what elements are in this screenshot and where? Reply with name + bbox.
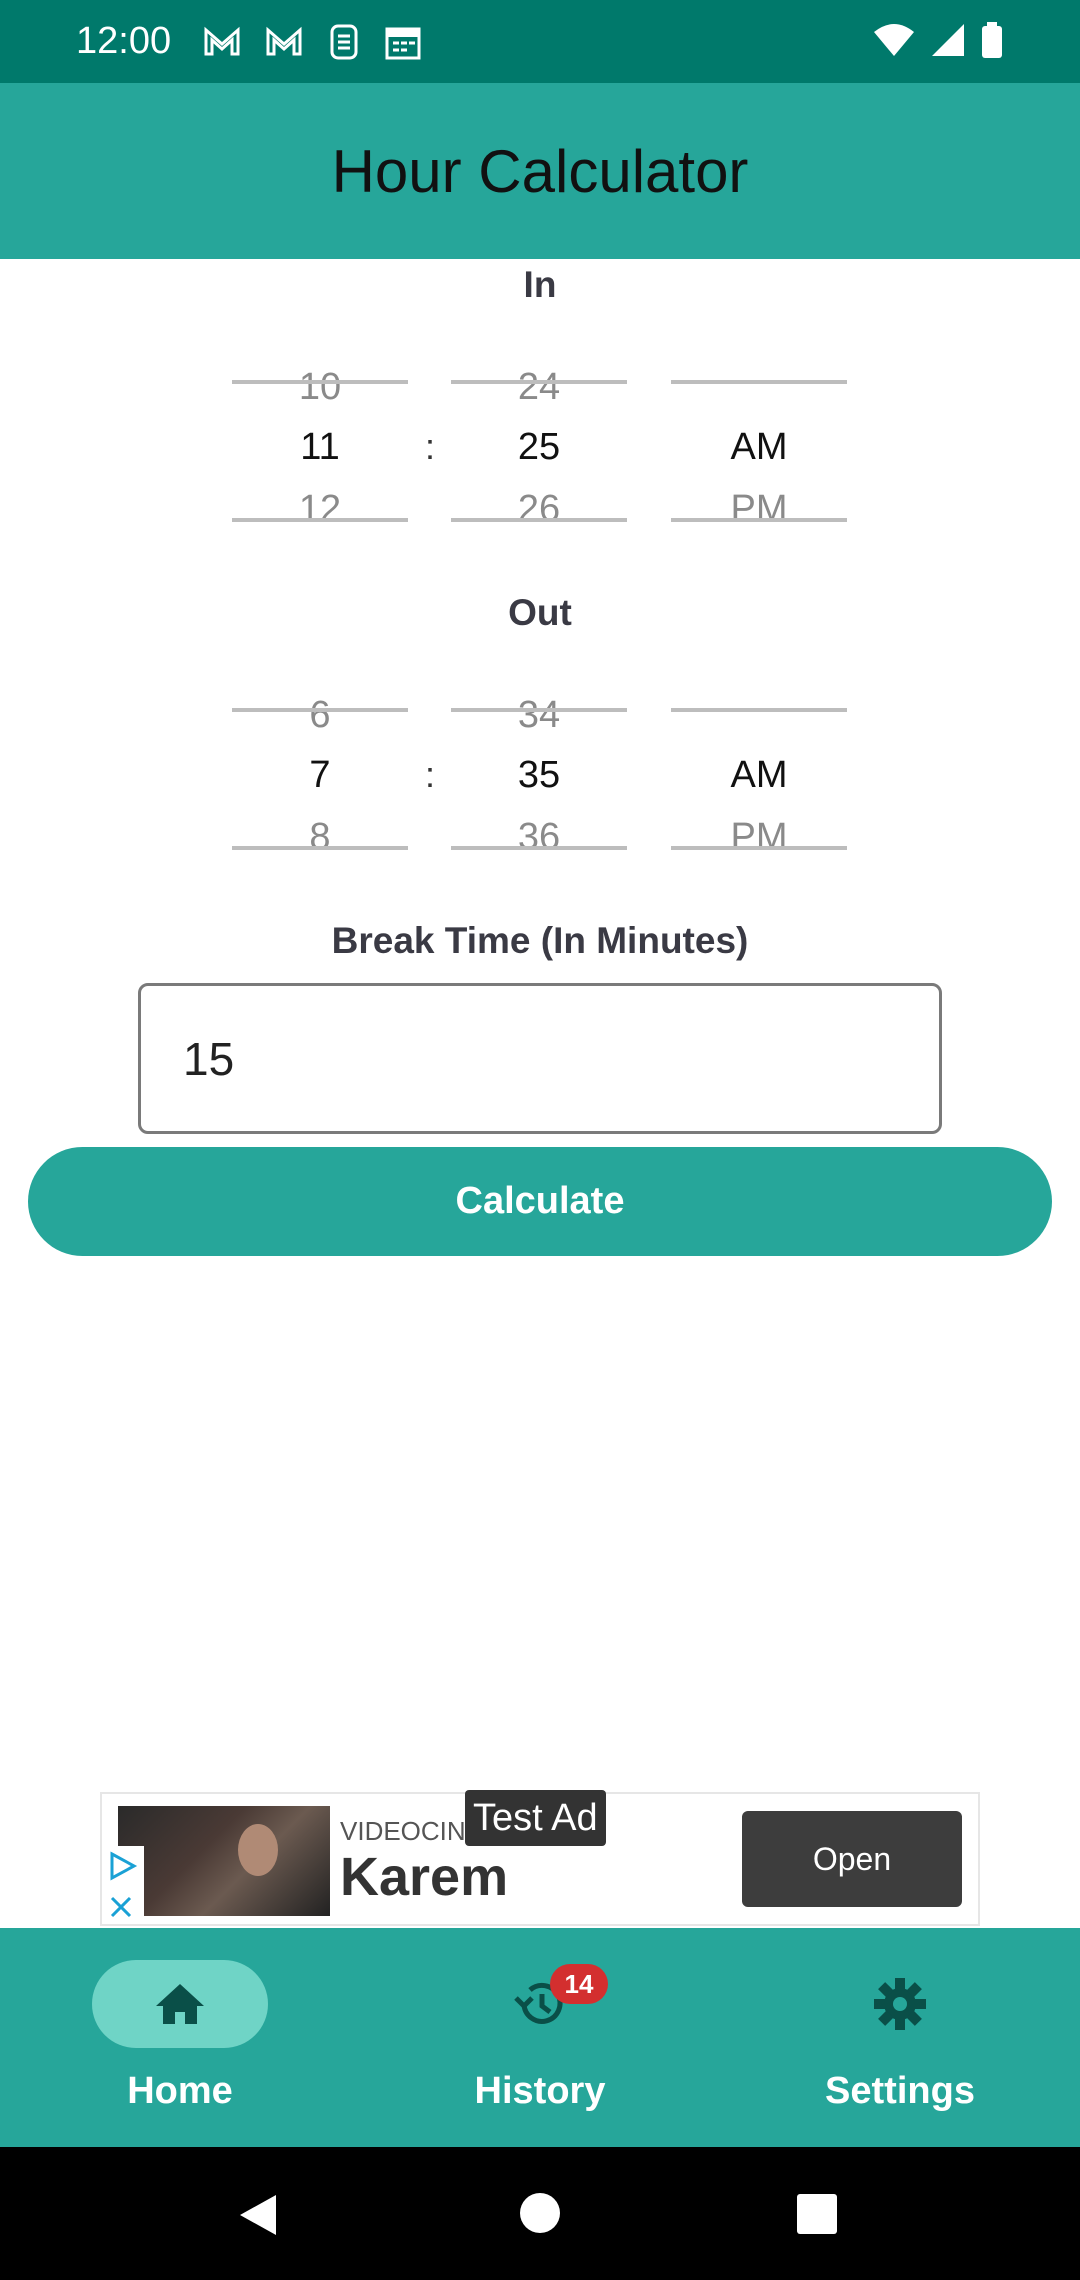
back-icon[interactable]: [236, 2191, 284, 2244]
picker-divider: [232, 380, 408, 384]
out-hour-wheel[interactable]: 6 7 8: [232, 672, 408, 858]
in-ampm-wheel[interactable]: AM PM: [671, 344, 847, 530]
gmail-icon: [264, 22, 304, 62]
calendar-icon: [384, 22, 422, 62]
time-separator: :: [424, 426, 435, 467]
in-label: In: [523, 264, 557, 305]
picker-divider: [232, 518, 408, 522]
picker-divider: [232, 708, 408, 712]
app-bar: Hour Calculator: [0, 83, 1080, 259]
out-ampm-current[interactable]: AM: [671, 754, 847, 797]
close-icon: [110, 1896, 132, 1918]
calculate-button[interactable]: Calculate: [28, 1147, 1052, 1256]
picker-divider: [671, 518, 847, 522]
picker-divider: [671, 846, 847, 850]
time-separator: :: [424, 754, 435, 795]
adchoices-icon: [110, 1851, 138, 1881]
history-badge: 14: [550, 1964, 608, 2004]
break-time-input[interactable]: 15: [138, 983, 942, 1134]
out-hour-prev[interactable]: 6: [232, 694, 408, 737]
picker-divider: [451, 846, 627, 850]
status-bar: 12:00: [0, 0, 1080, 83]
out-time-picker: 6 7 8 : 34 35 36 AM PM: [0, 672, 1080, 858]
nav-label-history: History: [474, 2070, 606, 2112]
ad-choices[interactable]: [104, 1846, 144, 1924]
ad-open-button[interactable]: Open: [742, 1811, 962, 1907]
in-minute-next[interactable]: 26: [451, 488, 627, 531]
in-hour-wheel[interactable]: 10 11 12: [232, 344, 408, 530]
in-minute-wheel[interactable]: 24 25 26: [451, 344, 627, 530]
out-hour-next[interactable]: 8: [232, 816, 408, 859]
ad-image-face: [238, 1824, 278, 1876]
bottom-navigation: Home 14 History Settings: [0, 1928, 1080, 2147]
gmail-icon: [202, 22, 242, 62]
out-minute-wheel[interactable]: 34 35 36: [451, 672, 627, 858]
nav-label-settings: Settings: [825, 2070, 975, 2112]
gear-icon: [872, 1976, 928, 2032]
recents-icon[interactable]: [796, 2193, 838, 2240]
sim-icon: [326, 22, 362, 62]
in-hour-next[interactable]: 12: [232, 488, 408, 531]
signal-icon: [930, 20, 966, 60]
out-hour-current[interactable]: 7: [232, 754, 408, 797]
ad-source: VIDEOCINE: [340, 1816, 484, 1846]
nav-label-home: Home: [127, 2070, 233, 2112]
system-status-icons: [872, 20, 1004, 60]
notification-icons: [202, 22, 422, 62]
picker-divider: [451, 518, 627, 522]
out-label: Out: [508, 592, 572, 633]
home-icon: [152, 1976, 208, 2032]
in-ampm-current[interactable]: AM: [671, 426, 847, 469]
picker-divider: [232, 846, 408, 850]
out-ampm-next[interactable]: PM: [671, 816, 847, 859]
home-circle-icon[interactable]: [518, 2191, 562, 2240]
ad-headline[interactable]: Karem: [340, 1846, 508, 1908]
in-minute-current[interactable]: 25: [451, 426, 627, 469]
picker-divider: [671, 380, 847, 384]
system-navigation-bar: [0, 2147, 1080, 2280]
wifi-icon: [872, 20, 916, 60]
battery-icon: [980, 20, 1004, 60]
test-ad-label: Test Ad: [465, 1790, 606, 1846]
nav-item-home[interactable]: Home: [0, 1928, 360, 2147]
ad-image[interactable]: [118, 1806, 330, 1916]
status-time: 12:00: [76, 20, 172, 62]
nav-item-settings[interactable]: Settings: [720, 1928, 1080, 2147]
break-time-label: Break Time (In Minutes): [331, 920, 749, 961]
picker-divider: [671, 708, 847, 712]
in-hour-prev[interactable]: 10: [232, 366, 408, 409]
break-time-value: 15: [183, 1032, 235, 1085]
nav-item-history[interactable]: 14 History: [360, 1928, 720, 2147]
picker-divider: [451, 708, 627, 712]
in-ampm-next[interactable]: PM: [671, 488, 847, 531]
out-minute-prev[interactable]: 34: [451, 694, 627, 737]
page-title: Hour Calculator: [331, 137, 749, 205]
in-hour-current[interactable]: 11: [232, 426, 408, 469]
out-ampm-wheel[interactable]: AM PM: [671, 672, 847, 858]
out-minute-current[interactable]: 35: [451, 754, 627, 797]
in-time-picker: 10 11 12 : 24 25 26 AM PM: [0, 344, 1080, 530]
picker-divider: [451, 380, 627, 384]
out-minute-next[interactable]: 36: [451, 816, 627, 859]
in-minute-prev[interactable]: 24: [451, 366, 627, 409]
